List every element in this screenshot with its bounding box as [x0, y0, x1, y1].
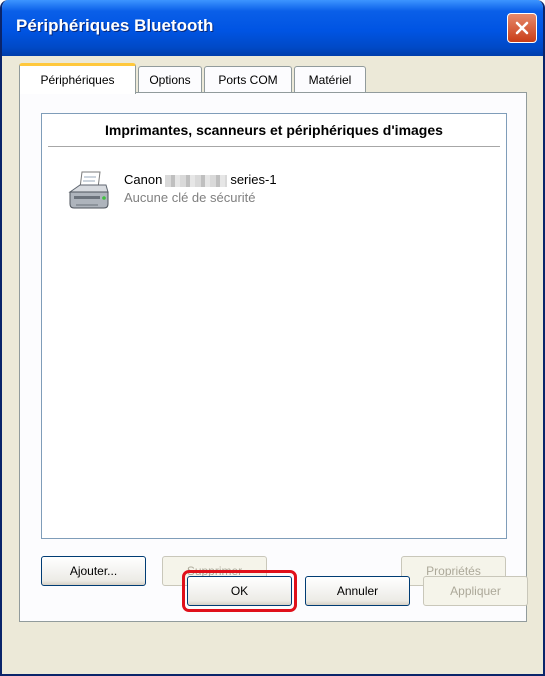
tab-peripheriques[interactable]: Périphériques [19, 63, 136, 94]
tab-options[interactable]: Options [138, 66, 202, 92]
redacted-model [165, 174, 228, 187]
apply-button[interactable]: Appliquer [423, 576, 528, 606]
list-item-device[interactable]: Canon series-1 Aucune clé de sécurité [66, 168, 366, 220]
ok-button-highlight [182, 570, 297, 612]
printer-icon [68, 171, 109, 209]
bluetooth-devices-window: Périphériques Bluetooth Périphériques Op… [0, 0, 545, 676]
tab-label: Ports COM [218, 72, 278, 87]
tab-label: Périphériques [40, 73, 115, 87]
tab-ports-com[interactable]: Ports COM [204, 66, 292, 92]
cancel-button[interactable]: Annuler [305, 576, 410, 606]
group-divider [48, 146, 500, 147]
device-list[interactable]: Imprimantes, scanneurs et périphériques … [41, 113, 507, 539]
device-group-header: Imprimantes, scanneurs et périphériques … [105, 122, 443, 138]
device-name: Canon series-1 [124, 172, 277, 187]
tab-panel-peripheriques: Imprimantes, scanneurs et périphériques … [19, 92, 527, 622]
window-title: Périphériques Bluetooth [16, 16, 214, 35]
add-button[interactable]: Ajouter... [41, 556, 146, 586]
device-status: Aucune clé de sécurité [124, 190, 256, 205]
tab-materiel[interactable]: Matériel [294, 66, 366, 92]
title-bar[interactable]: Périphériques Bluetooth [2, 0, 543, 56]
tab-label: Options [149, 72, 191, 87]
close-icon [515, 21, 529, 35]
tab-label: Matériel [308, 72, 352, 87]
close-button[interactable] [507, 13, 537, 43]
